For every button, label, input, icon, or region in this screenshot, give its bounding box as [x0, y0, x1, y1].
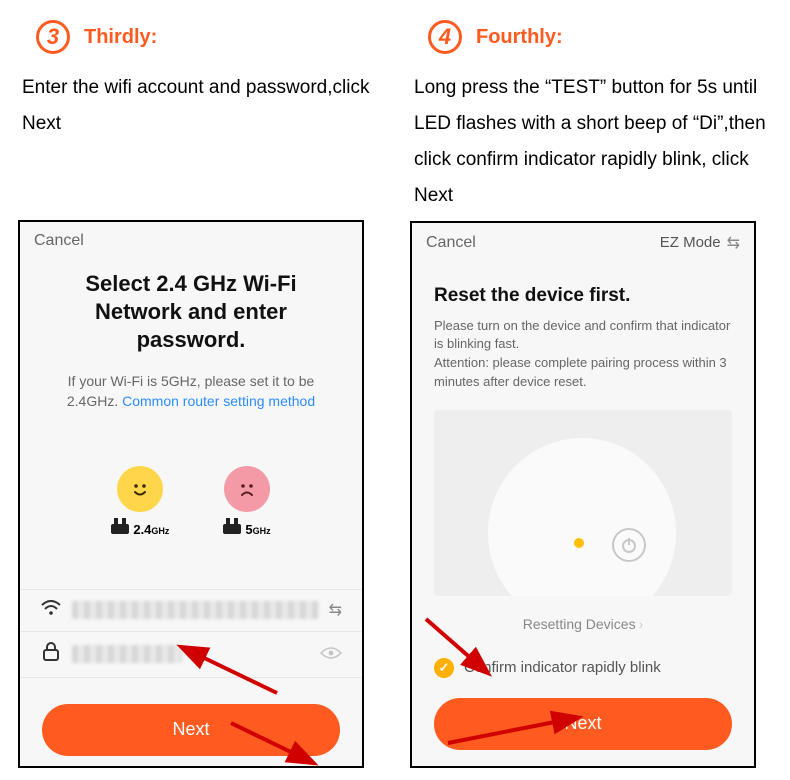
step-3-description: Enter the wifi account and password,clic…	[18, 60, 380, 210]
confirm-indicator-label: Confirm indicator rapidly blink	[464, 659, 661, 676]
sad-face-icon	[224, 466, 270, 512]
step-4-header: 4 Fourthly:	[410, 12, 772, 60]
device-disc-icon	[488, 438, 676, 596]
pairing-mode-label: EZ Mode	[660, 234, 721, 251]
nav-bar: Cancel EZ Mode ⇆	[412, 223, 754, 263]
swap-mode-icon: ⇆	[727, 233, 740, 253]
step-4-column: 4 Fourthly: Long press the “TEST” button…	[410, 12, 772, 768]
router-24-icon: 2.4GHz	[111, 522, 169, 537]
step-4-description: Long press the “TEST” button for 5s unti…	[410, 60, 772, 211]
router-5-icon: 5GHz	[223, 522, 270, 537]
reset-subtext: Please turn on the device and confirm th…	[434, 317, 732, 392]
swap-network-icon[interactable]: ⇆	[329, 600, 342, 620]
reset-heading: Reset the device first.	[434, 285, 732, 307]
wifi-inputs: ⇆	[20, 589, 362, 678]
pairing-mode-selector[interactable]: EZ Mode ⇆	[660, 233, 740, 253]
confirm-indicator-row[interactable]: ✓ Confirm indicator rapidly blink	[434, 658, 732, 678]
ssid-input[interactable]	[72, 601, 319, 619]
step-4-title: Fourthly:	[476, 26, 563, 49]
led-indicator-icon	[574, 538, 584, 548]
router-help-link[interactable]: Common router setting method	[122, 393, 315, 409]
band-illustration: 2.4GHz 5GHz	[44, 466, 338, 537]
step-4-badge: 4	[428, 20, 462, 54]
step-3-badge: 3	[36, 20, 70, 54]
next-button[interactable]: Next	[42, 704, 340, 756]
lock-icon	[40, 642, 62, 667]
password-input[interactable]	[72, 645, 182, 663]
step-3-header: 3 Thirdly:	[18, 12, 380, 60]
nav-bar: Cancel	[20, 222, 362, 260]
wifi-subtext: If your Wi-Fi is 5GHz, please set it to …	[44, 372, 338, 411]
band-24-col: 2.4GHz	[111, 466, 169, 537]
cancel-button[interactable]: Cancel	[426, 234, 476, 252]
happy-face-icon	[117, 466, 163, 512]
cancel-button[interactable]: Cancel	[34, 232, 84, 250]
show-password-icon[interactable]	[320, 644, 342, 665]
next-button[interactable]: Next	[434, 698, 732, 750]
reset-card: Reset the device first. Please turn on t…	[412, 263, 754, 750]
wifi-card: Select 2.4 GHz Wi-Fi Network and enter p…	[20, 260, 362, 537]
reset-device-screen: Cancel EZ Mode ⇆ Reset the device first.…	[410, 221, 756, 768]
wifi-setup-screen: Cancel Select 2.4 GHz Wi-Fi Network and …	[18, 220, 364, 768]
resetting-devices-link[interactable]: Resetting Devices›	[434, 616, 732, 632]
step-3-column: 3 Thirdly: Enter the wifi account and pa…	[18, 12, 380, 768]
check-icon: ✓	[434, 658, 454, 678]
band-5-col: 5GHz	[223, 466, 270, 537]
password-row	[20, 632, 362, 678]
chevron-right-icon: ›	[639, 616, 644, 632]
ssid-row: ⇆	[20, 589, 362, 632]
step-3-title: Thirdly:	[84, 26, 157, 49]
wifi-icon	[40, 600, 62, 621]
wifi-heading: Select 2.4 GHz Wi-Fi Network and enter p…	[44, 270, 338, 354]
power-button-icon	[612, 528, 646, 562]
device-illustration	[434, 410, 732, 596]
